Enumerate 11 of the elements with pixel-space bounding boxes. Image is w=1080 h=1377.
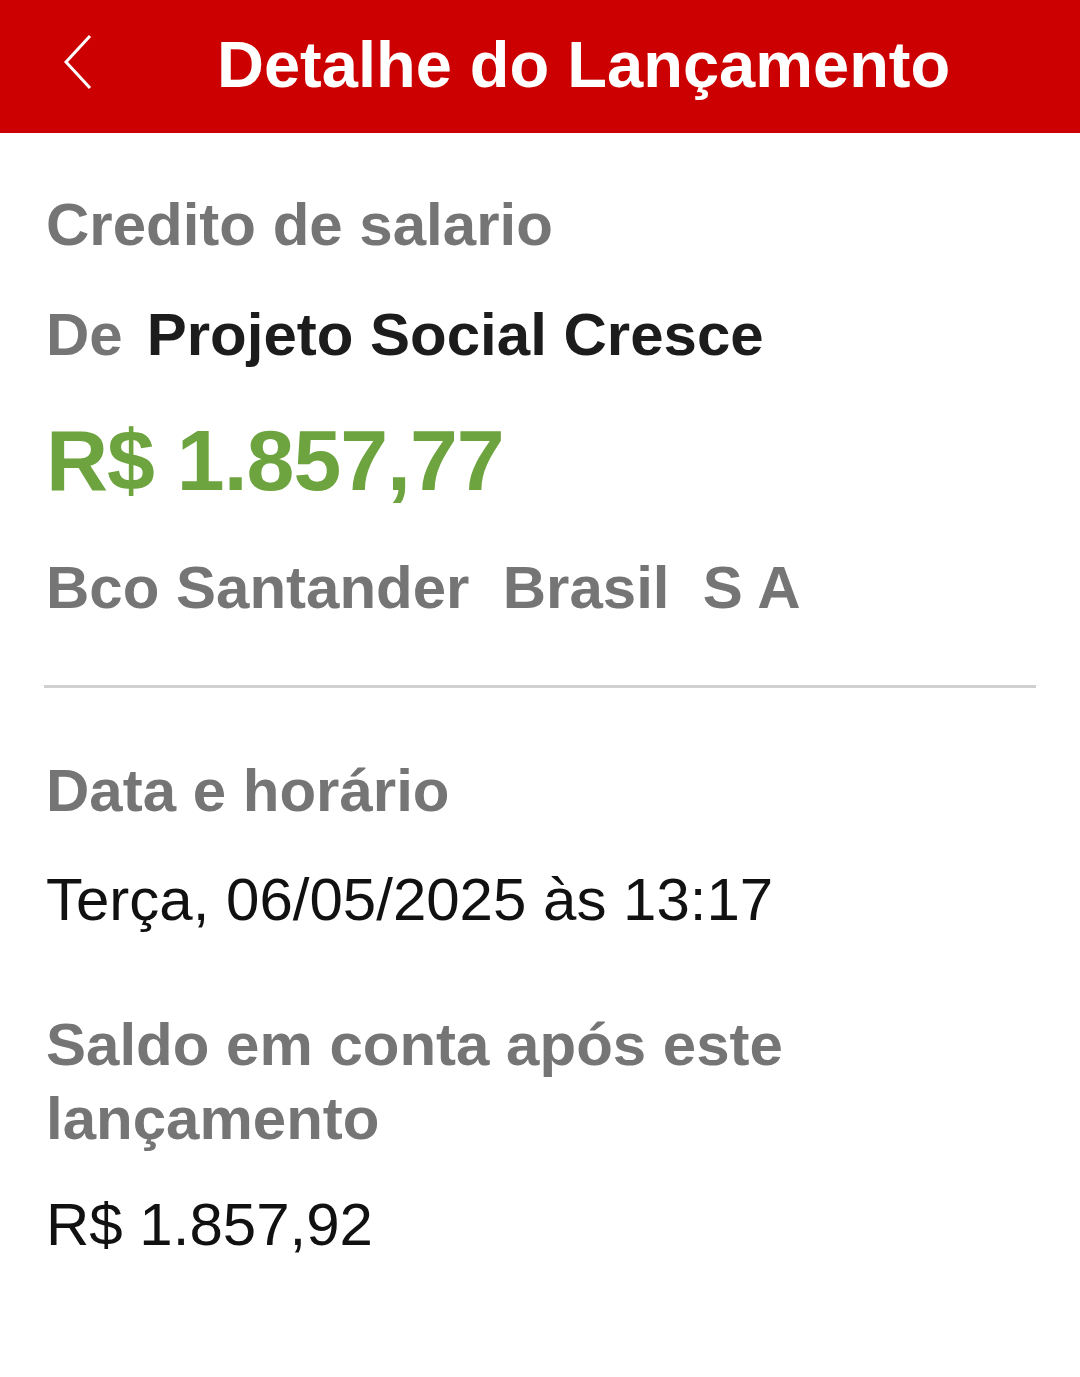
back-icon[interactable] — [64, 33, 92, 90]
page-title: Detalhe do Lançamento — [217, 26, 951, 103]
transaction-amount: R$ 1.857,77 — [46, 411, 505, 510]
from-label: De — [46, 300, 123, 370]
detail-label: Saldo em conta após este lançamento — [46, 1010, 784, 1154]
detail-value: Terça, 06/05/2025 às 13:17 — [46, 865, 775, 935]
detail-value: R$ 1.857,92 — [46, 1190, 374, 1260]
detail-label: Data e horário — [46, 756, 451, 826]
bank-name: Bco Santander Brasil S A — [46, 553, 802, 623]
sender-name: Projeto Social Cresce — [146, 300, 764, 370]
transaction-description: Credito de salario — [46, 190, 554, 260]
